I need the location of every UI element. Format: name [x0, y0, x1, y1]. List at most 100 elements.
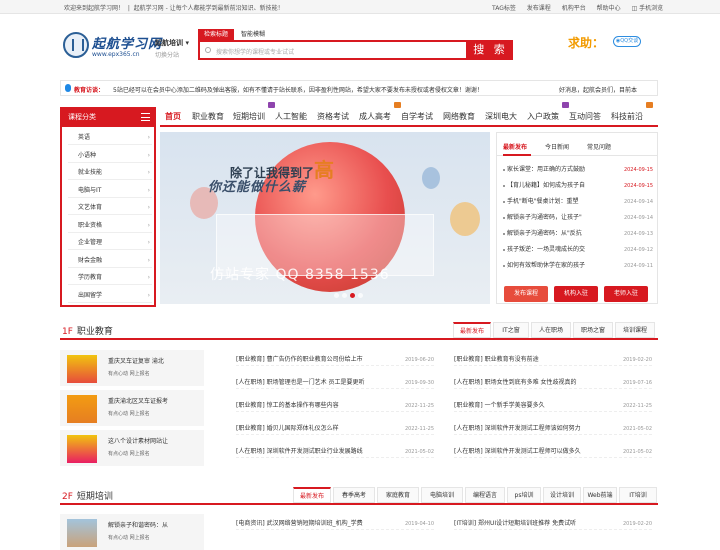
course-card[interactable]: 重庆叉车证复审 渝北 有点心动 网上报名	[60, 350, 204, 386]
banner-carousel[interactable]: 除了让我得到了高 你还能做什么薪 仿站专家 QQ 8358 1536	[160, 132, 490, 304]
news-item[interactable]: 解锁亲子沟通密码：从"反抗 2024-09-13	[503, 228, 653, 240]
news-panel: 最新发布 今日新闻 常见问题 家长课堂：用正确的方式鼓励 2024-09-15 【…	[496, 132, 658, 304]
mobile-link[interactable]: ◫ 手机浏览	[632, 5, 673, 12]
nav-ai[interactable]: 人工智能	[275, 111, 307, 122]
section2-tab[interactable]: ps培训	[507, 487, 541, 503]
nav-qa[interactable]: 互动问答	[569, 111, 601, 122]
notice-label: 教育访谈：	[74, 87, 105, 94]
article-row[interactable]: [职业教育] 婚贝儿国际郑体礼仪怎么样 2022-11-25	[236, 423, 434, 435]
logo-emblem-icon[interactable]	[63, 32, 89, 58]
news-tab-today[interactable]: 今日新闻	[545, 142, 569, 151]
nav-home[interactable]: 首页	[165, 111, 181, 122]
section-divider	[60, 338, 658, 340]
course-card[interactable]: 这八个设计素材网站让 有点心动 网上报名	[60, 430, 204, 466]
course-card[interactable]: 重庆渝北区叉车证报考 有点心动 网上报名	[60, 390, 204, 426]
carousel-dots	[334, 292, 366, 300]
section2-tab[interactable]: 设计培训	[543, 487, 581, 503]
section2-tab[interactable]: 编程语言	[465, 487, 505, 503]
section2-tab[interactable]: IT培训	[619, 487, 657, 503]
article-row[interactable]: [人在职场] 职场管理也是一门艺术 员工是要更听 2019-09-30	[236, 377, 434, 389]
category-list: 英语 小语种 就业技能 电脑与IT 文艺体育 职业资格 企业管理 财会金融 学历…	[60, 127, 156, 307]
org-join-button[interactable]: 机构入驻	[554, 286, 598, 302]
carousel-dot[interactable]	[358, 293, 363, 298]
help-label: 求助：	[568, 36, 605, 50]
news-item[interactable]: 手机"断电"餐桌计划：重塑 2024-09-14	[503, 196, 653, 208]
news-tab-faq[interactable]: 常见问题	[587, 142, 611, 151]
nav-online-edu[interactable]: 网络教育	[443, 111, 475, 122]
notice-text-2: 好消息，起航会员们，目前本	[559, 87, 638, 94]
course-thumbnail	[67, 355, 97, 383]
section1-tab[interactable]: 职场之窗	[573, 322, 613, 338]
publish-course-link[interactable]: 发布课程	[527, 5, 551, 12]
news-item[interactable]: 【育儿秘籍】如何成为孩子自 2024-09-15	[503, 180, 653, 192]
search-button[interactable]: 搜 索	[468, 40, 513, 60]
nav-shenzhen-tvu[interactable]: 深圳电大	[485, 111, 517, 122]
article-row[interactable]: [IT培训] 郑州UI设计短期培训班推荐 免费试听 2019-02-20	[454, 518, 652, 530]
nav-self-study[interactable]: 自学考试	[401, 111, 433, 122]
article-row[interactable]: [人在职场] 深圳软件开发测试工程师该如何努力 2021-05-02	[454, 423, 652, 435]
category-item[interactable]: 文艺体育	[68, 201, 152, 215]
category-item[interactable]: 电脑与IT	[68, 184, 152, 198]
category-item[interactable]: 英语	[68, 131, 152, 145]
course-card[interactable]: 解锁亲子和谐密码：从 有点心动 网上报名	[60, 514, 204, 550]
switch-site-link[interactable]: 切换分站	[155, 50, 179, 59]
section2-tab[interactable]: 电脑培训	[421, 487, 463, 503]
org-platform-link[interactable]: 机构平台	[562, 5, 586, 12]
news-item[interactable]: 解锁亲子沟通密码，让孩子" 2024-09-14	[503, 212, 653, 224]
search-tab-title[interactable]: 检索标题	[198, 29, 234, 40]
nav-qualification[interactable]: 资格考试	[317, 111, 349, 122]
logo-url: www.epx365.cn	[92, 51, 140, 58]
category-item[interactable]: 职业资格	[68, 219, 152, 233]
tag-link[interactable]: TAG标签	[492, 5, 516, 12]
category-item[interactable]: 小语种	[68, 149, 152, 163]
category-header[interactable]: 课程分类	[60, 107, 156, 127]
article-row[interactable]: [人在职场] 深圳软件开发测试工程师可以做多久 2021-05-02	[454, 446, 652, 458]
section2-tab[interactable]: 最新发布	[293, 487, 331, 503]
publish-course-button[interactable]: 发布课程	[504, 286, 548, 302]
nav-adult-exam[interactable]: 成人高考	[359, 111, 391, 122]
balloon-image	[422, 167, 440, 189]
section-title: 2F 短期培训	[62, 492, 113, 502]
qq-chat-button[interactable]: ◉QQ交谈	[613, 36, 641, 47]
category-item[interactable]: 就业技能	[68, 166, 152, 180]
category-item[interactable]: 出国留学	[68, 289, 152, 303]
logo-text[interactable]: 起航学习网	[92, 33, 162, 52]
nav-hukou-policy[interactable]: 入户政策	[527, 111, 559, 122]
article-row[interactable]: [人在职场] 深圳软件开发测试职业行业发展路线 2021-05-02	[236, 446, 434, 458]
section2-tab[interactable]: Web前端	[583, 487, 617, 503]
section2-tab[interactable]: 春季高考	[333, 487, 375, 503]
article-row[interactable]: [人在职场] 职场女性到底有多难 女性歧视真的 2019-07-16	[454, 377, 652, 389]
search-input[interactable]: 搜索你想学的课程或专业试试	[198, 40, 468, 60]
section1-tab[interactable]: 培训课程	[615, 322, 655, 338]
article-row[interactable]: [职业教育] 曹广告仍作的职业教育公司份给上市 2019-06-20	[236, 354, 434, 366]
news-item[interactable]: 家长课堂：用正确的方式鼓励 2024-09-15	[503, 164, 653, 176]
nav-badge-icon	[394, 102, 401, 108]
article-row[interactable]: [职业教育] 一个新手学美容要多久 2022-11-25	[454, 400, 652, 412]
article-row[interactable]: [职业教育] 职业教育有没有前途 2019-02-20	[454, 354, 652, 366]
section1-tab[interactable]: 最新发布	[453, 322, 491, 338]
article-row[interactable]: [职业教育] 惊工的基本操作有哪些内容 2022-11-25	[236, 400, 434, 412]
section1-tab[interactable]: IT之窗	[493, 322, 529, 338]
search-tab-fuzzy[interactable]: 智能模糊	[238, 29, 268, 40]
top-bar: 欢迎来到起航学习网！ | 起航学习网 - 让每个人都能学到最新前沿知识、新技能！…	[0, 0, 720, 14]
category-item[interactable]: 财会金融	[68, 254, 152, 268]
city-selector[interactable]: 起航培训 ▾	[155, 38, 189, 48]
article-row[interactable]: [电商资讯] 武汉网络营销短期培训班_机构_学费 2019-04-10	[236, 518, 434, 530]
teacher-join-button[interactable]: 老师入驻	[604, 286, 648, 302]
section2-tab[interactable]: 家庭教育	[377, 487, 419, 503]
card-sub: 有点心动 网上报名	[108, 451, 150, 457]
carousel-dot[interactable]	[342, 293, 347, 298]
nav-tech-frontier[interactable]: 科技前沿	[611, 111, 643, 122]
carousel-dot[interactable]	[334, 293, 339, 298]
nav-vocational[interactable]: 职业教育	[192, 111, 224, 122]
category-item[interactable]: 学历教育	[68, 271, 152, 285]
news-tab-latest[interactable]: 最新发布	[503, 142, 527, 151]
news-item[interactable]: 孩子叛逆：一场灵魂成长的交 2024-09-12	[503, 244, 653, 256]
nav-short-training[interactable]: 短期培训	[233, 111, 265, 122]
section1-tab[interactable]: 人在职场	[531, 322, 571, 338]
notice-bar: 教育访谈： 5站已经可以在会员中心添加二维码及弹出客服，如有不懂请于站长联系，因…	[60, 80, 658, 96]
carousel-dot[interactable]	[350, 293, 355, 298]
help-center-link[interactable]: 帮助中心	[597, 5, 621, 12]
category-item[interactable]: 企业管理	[68, 236, 152, 250]
news-item[interactable]: 如何有效帮助休学在家的孩子 2024-09-11	[503, 260, 653, 272]
